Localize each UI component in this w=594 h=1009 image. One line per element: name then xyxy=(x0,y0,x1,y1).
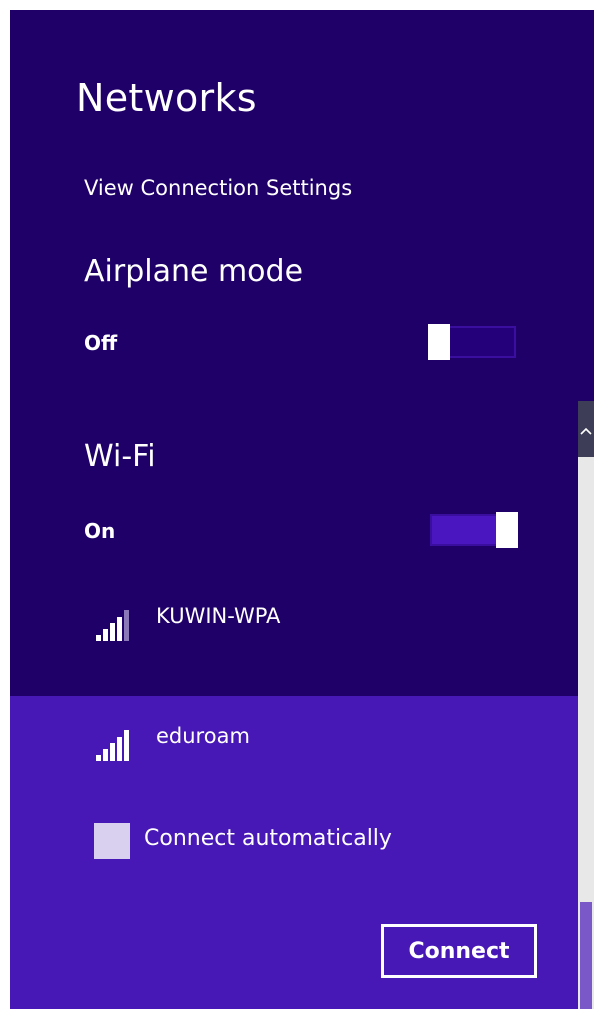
scrollbar[interactable] xyxy=(578,401,594,1009)
airplane-mode-toggle[interactable] xyxy=(428,324,516,360)
connect-automatically-checkbox[interactable] xyxy=(94,823,130,859)
page-title: Networks xyxy=(76,76,257,120)
wifi-signal-icon xyxy=(96,610,129,641)
network-name: eduroam xyxy=(156,724,250,748)
toggle-thumb[interactable] xyxy=(496,512,518,548)
chevron-up-icon xyxy=(580,427,592,435)
wifi-heading: Wi-Fi xyxy=(84,439,156,474)
connect-automatically-label[interactable]: Connect automatically xyxy=(144,826,392,851)
wifi-signal-icon xyxy=(96,730,129,761)
wifi-state: On xyxy=(84,519,116,543)
connect-button[interactable]: Connect xyxy=(381,924,537,978)
scroll-thumb[interactable] xyxy=(580,902,592,1009)
toggle-thumb[interactable] xyxy=(428,324,450,360)
network-item-kuwin-wpa[interactable]: KUWIN-WPA xyxy=(90,604,510,644)
networks-pane: Networks View Connection Settings Airpla… xyxy=(10,10,594,1009)
scroll-up-button[interactable] xyxy=(578,401,594,457)
view-connection-settings-link[interactable]: View Connection Settings xyxy=(84,176,352,200)
wifi-toggle[interactable] xyxy=(430,512,518,548)
airplane-mode-state: Off xyxy=(84,331,118,355)
airplane-mode-heading: Airplane mode xyxy=(84,254,304,289)
network-name: KUWIN-WPA xyxy=(156,604,281,628)
network-item-eduroam[interactable]: eduroam xyxy=(90,724,510,764)
